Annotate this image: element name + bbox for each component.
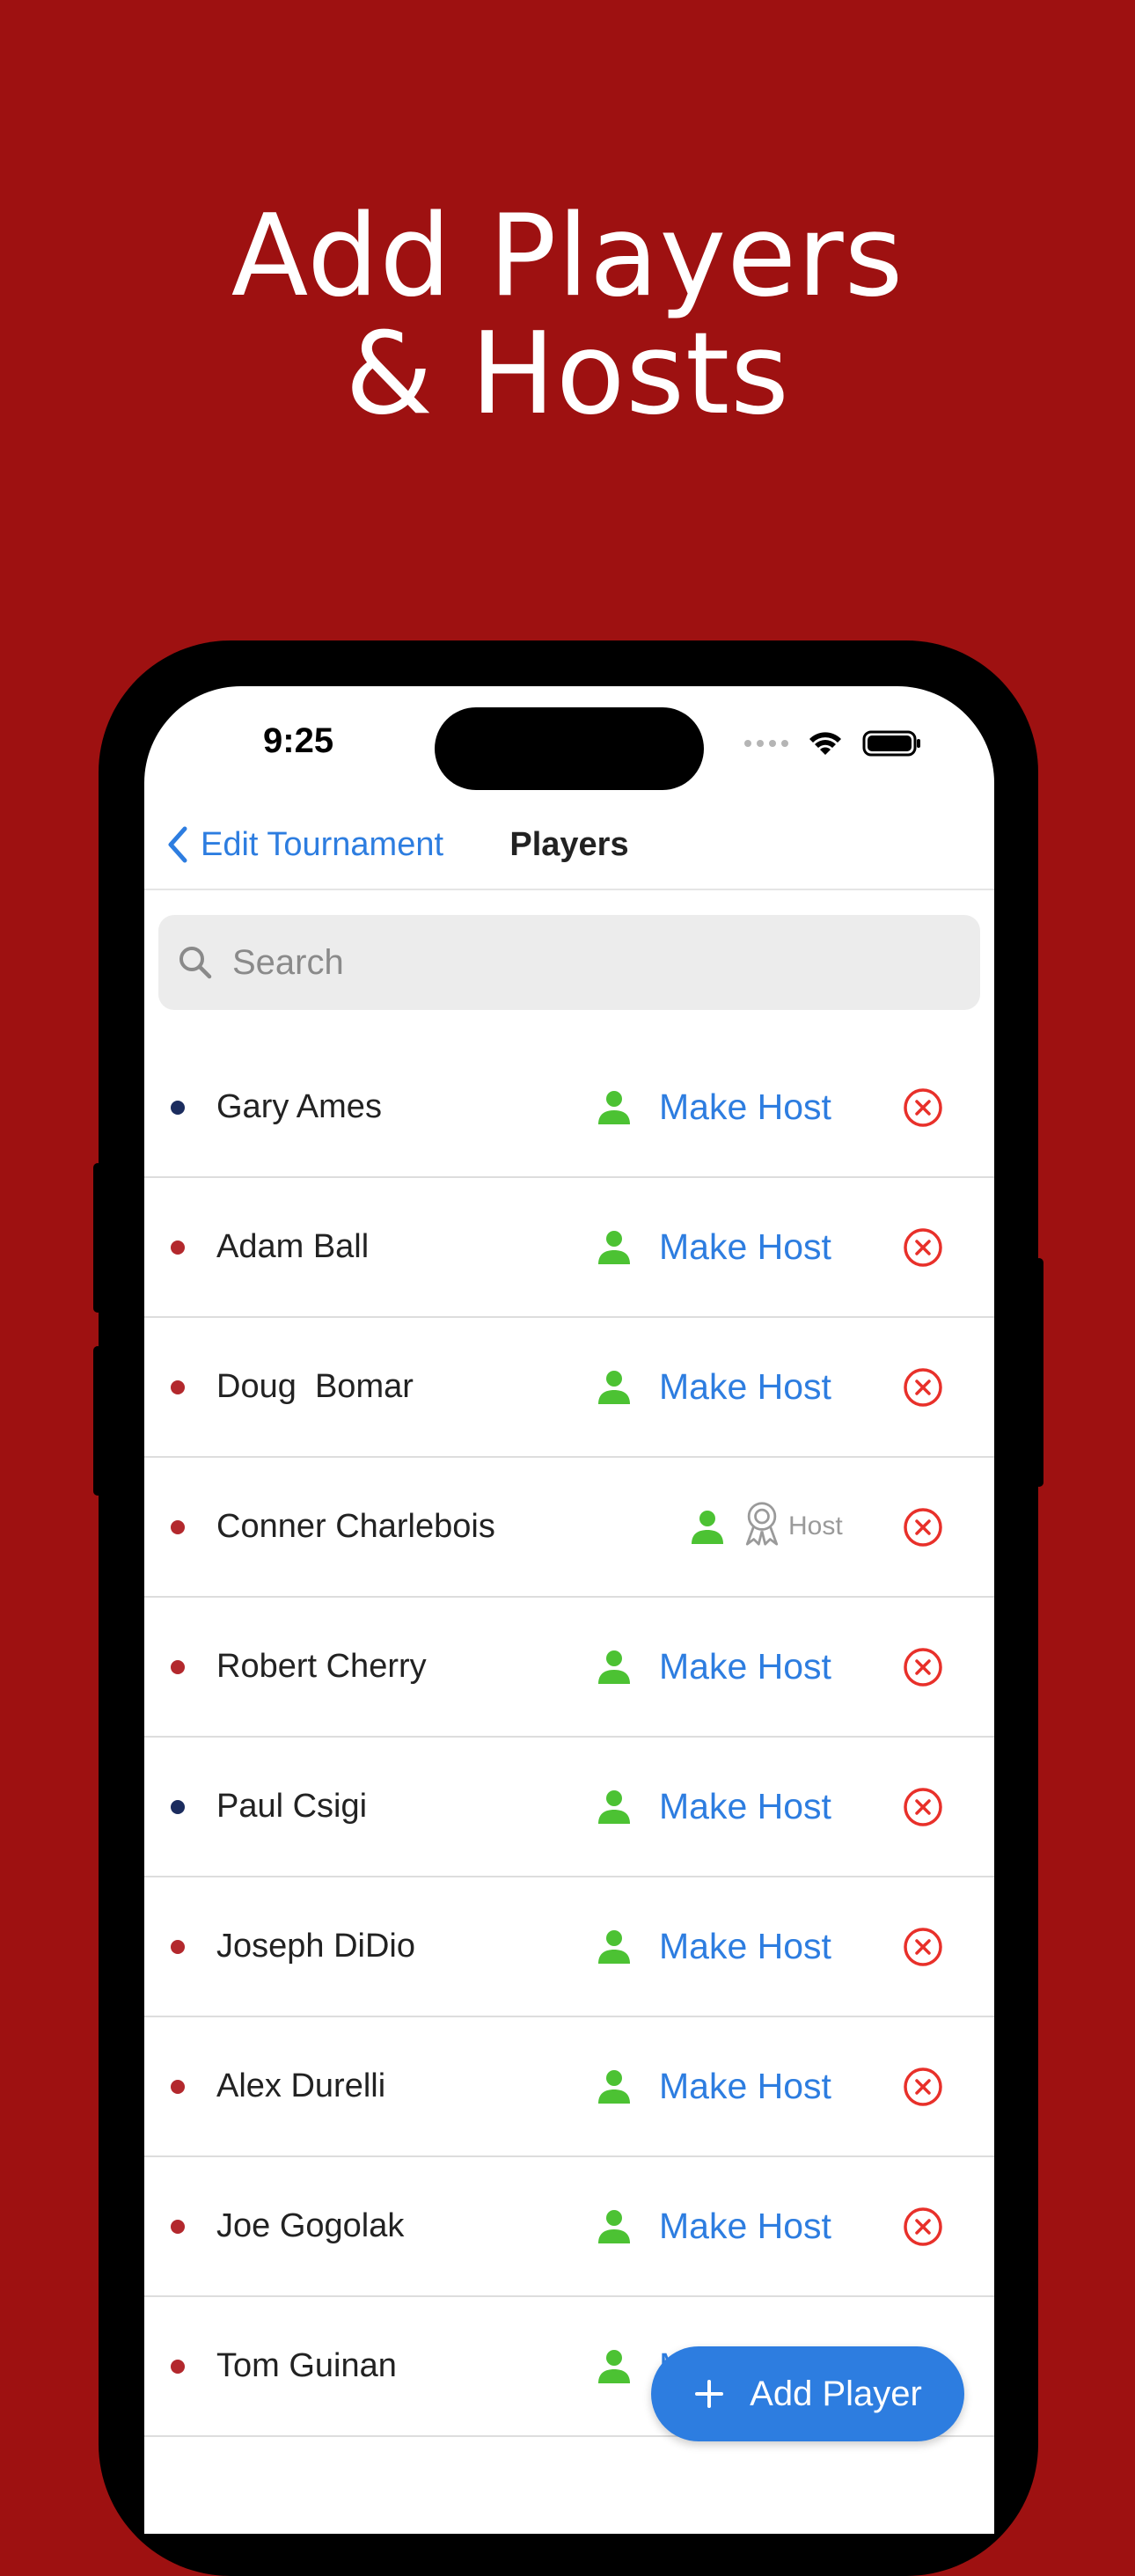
add-player-label: Add Player [750, 2374, 922, 2413]
navigation-bar: Edit Tournament Players [144, 801, 994, 890]
make-host-button[interactable]: Make Host [659, 2017, 831, 2155]
make-host-button[interactable]: Make Host [659, 1178, 831, 1316]
player-list: Gary Ames Make Host Adam Ball Make Host Doug… [144, 1038, 994, 2437]
remove-icon[interactable] [903, 1227, 943, 1268]
signal-dots-icon [744, 740, 788, 747]
status-time: 9:25 [263, 721, 334, 760]
add-player-button[interactable]: Add Player [651, 2346, 964, 2441]
player-row[interactable]: Joe Gogolak Make Host [144, 2157, 994, 2297]
phone-screen: 9:25 Edit Tournament Players Gary A [144, 686, 994, 2534]
player-name: Conner Charlebois [216, 1508, 495, 1545]
make-host-button[interactable]: Make Host [659, 1038, 831, 1176]
ribbon-icon [739, 1498, 785, 1555]
search-input[interactable] [231, 941, 903, 984]
person-icon [595, 1647, 633, 1686]
player-name: Paul Csigi [216, 1788, 368, 1825]
team-dot [171, 2360, 185, 2374]
team-dot [171, 1940, 185, 1954]
phone-side-button [93, 1163, 102, 1313]
remove-icon[interactable] [903, 1927, 943, 1967]
make-host-button[interactable]: Make Host [659, 1598, 831, 1736]
remove-icon[interactable] [903, 1787, 943, 1827]
team-dot [171, 1101, 185, 1115]
player-name: Joe Gogolak [216, 2207, 405, 2244]
headline-line-2: & Hosts [345, 309, 790, 440]
person-icon [595, 2206, 633, 2245]
battery-icon [862, 730, 920, 757]
player-name: Gary Ames [216, 1088, 382, 1125]
remove-icon[interactable] [903, 1507, 943, 1548]
make-host-button[interactable]: Make Host [659, 1738, 831, 1876]
player-name: Alex Durelli [216, 2067, 386, 2104]
person-icon [595, 1087, 633, 1126]
player-row[interactable]: Alex Durelli Make Host [144, 2017, 994, 2157]
player-row[interactable]: Paul Csigi Make Host [144, 1738, 994, 1877]
host-badge: Host [739, 1500, 843, 1553]
person-icon [595, 2067, 633, 2105]
player-row[interactable]: Doug Bomar Make Host [144, 1318, 994, 1458]
search-bar[interactable] [158, 915, 980, 1010]
team-dot [171, 1660, 185, 1674]
person-icon [595, 2346, 633, 2385]
headline: Add Players & Hosts [0, 198, 1135, 434]
team-dot [171, 1380, 185, 1394]
player-name: Adam Ball [216, 1228, 370, 1265]
remove-icon[interactable] [903, 1647, 943, 1687]
team-dot [171, 1240, 185, 1255]
person-icon [595, 1227, 633, 1266]
player-name: Doug Bomar [216, 1368, 414, 1405]
player-name: Joseph DiDio [216, 1928, 415, 1965]
player-row[interactable]: Adam Ball Make Host [144, 1178, 994, 1318]
make-host-button[interactable]: Make Host [659, 1877, 831, 2016]
team-dot [171, 1520, 185, 1534]
player-name: Robert Cherry [216, 1648, 427, 1685]
page-title: Players [509, 826, 629, 863]
headline-line-1: Add Players [231, 191, 904, 322]
remove-icon[interactable] [903, 1087, 943, 1128]
host-label: Host [788, 1511, 843, 1540]
person-icon [688, 1507, 727, 1546]
player-name: Tom Guinan [216, 2347, 397, 2384]
wifi-icon [809, 732, 841, 755]
player-row[interactable]: Joseph DiDio Make Host [144, 1877, 994, 2017]
dynamic-island [435, 707, 704, 790]
player-row[interactable]: Gary Ames Make Host [144, 1038, 994, 1178]
plus-icon [695, 2380, 724, 2408]
phone-side-button [93, 1346, 102, 1496]
team-dot [171, 2220, 185, 2234]
person-icon [595, 1367, 633, 1406]
make-host-button[interactable]: Make Host [659, 2157, 831, 2295]
remove-icon[interactable] [903, 2206, 943, 2247]
team-dot [171, 2080, 185, 2094]
remove-icon[interactable] [903, 2067, 943, 2107]
player-row[interactable]: Conner Charlebois Host [144, 1458, 994, 1598]
search-icon [179, 947, 212, 979]
phone-side-button [1035, 1258, 1043, 1487]
player-row[interactable]: Robert Cherry Make Host [144, 1598, 994, 1738]
person-icon [595, 1787, 633, 1826]
make-host-button[interactable]: Make Host [659, 1318, 831, 1456]
remove-icon[interactable] [903, 1367, 943, 1408]
status-icons [744, 726, 924, 761]
team-dot [171, 1800, 185, 1814]
person-icon [595, 1927, 633, 1965]
